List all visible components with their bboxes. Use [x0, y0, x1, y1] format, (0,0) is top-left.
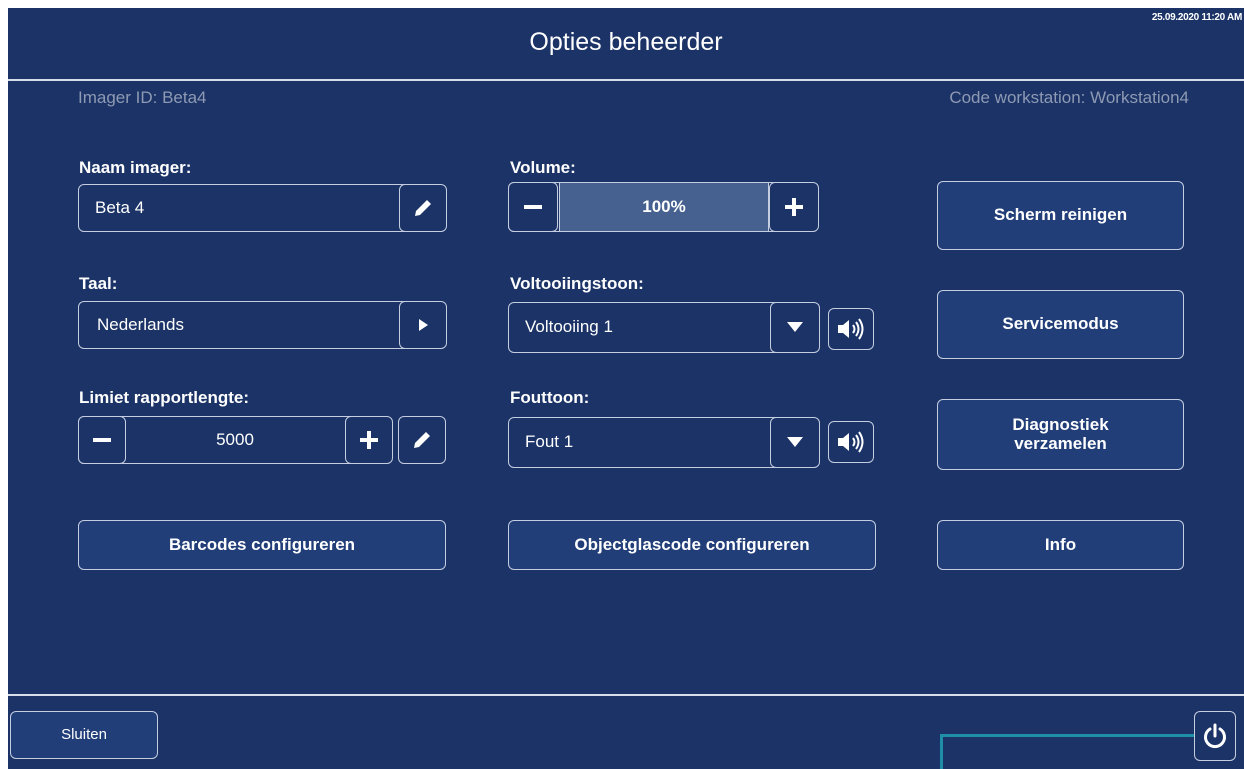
barcodes-configureren-button[interactable]: Barcodes configureren	[78, 520, 446, 570]
plus-icon	[784, 197, 803, 216]
volume-slider[interactable]: 100%	[507, 181, 819, 232]
voltooiingstoon-play-button[interactable]	[828, 308, 874, 350]
fouttoon-label: Fouttoon:	[510, 388, 590, 407]
voltooiingstoon-label: Voltooiingstoon:	[510, 274, 644, 293]
volume-value: 100%	[642, 196, 686, 216]
minus-icon	[92, 437, 111, 442]
diagnostiek-line2: verzamelen	[1014, 433, 1107, 453]
pencil-icon	[414, 199, 431, 216]
naam-imager-value: Beta 4	[95, 198, 145, 217]
chevron-down-icon	[786, 437, 803, 447]
options-screen: 25.09.2020 11:20 AM Opties beheerder Ima…	[8, 8, 1244, 769]
workstation-code: Code workstation: Workstation4	[949, 88, 1189, 107]
taal-field[interactable]: Nederlands	[78, 300, 447, 349]
voltooiingstoon-dropdown-button[interactable]	[769, 301, 820, 353]
speaker-icon	[838, 318, 864, 340]
limiet-plus-button[interactable]	[344, 415, 393, 464]
timestamp: 25.09.2020 11:20 AM	[1151, 12, 1242, 23]
minus-icon	[523, 204, 542, 209]
diagnostiek-verzamelen-button[interactable]: Diagnostiek verzamelen	[937, 399, 1184, 470]
plus-icon	[359, 430, 378, 449]
pencil-icon	[414, 432, 430, 448]
footer-divider	[8, 694, 1244, 696]
fouttoon-play-button[interactable]	[828, 421, 874, 463]
fouttoon-dropdown[interactable]: Fout 1	[508, 416, 820, 468]
power-button[interactable]	[1194, 711, 1236, 761]
header-divider	[8, 79, 1244, 81]
voltooiingstoon-selected: Voltooiing 1	[525, 317, 613, 336]
limiet-value: 5000	[216, 430, 254, 449]
info-button[interactable]: Info	[937, 520, 1184, 570]
servicemodus-button[interactable]: Servicemodus	[937, 290, 1184, 359]
chevron-down-icon	[786, 322, 803, 332]
objectglascode-configureren-button[interactable]: Objectglascode configureren	[508, 520, 876, 570]
naam-imager-label: Naam imager:	[79, 158, 192, 177]
imager-id: Imager ID: Beta4	[78, 88, 207, 107]
taal-label: Taal:	[79, 274, 118, 293]
scherm-reinigen-button[interactable]: Scherm reinigen	[937, 181, 1184, 250]
power-icon	[1204, 723, 1226, 749]
volume-label: Volume:	[510, 158, 576, 177]
diagnostiek-line1: Diagnostiek	[1012, 414, 1109, 434]
speaker-icon	[838, 431, 864, 453]
callout-line-vertical	[940, 734, 943, 769]
naam-imager-edit-button[interactable]	[398, 183, 447, 232]
limiet-stepper[interactable]: 5000	[77, 415, 393, 464]
fouttoon-dropdown-button[interactable]	[769, 416, 820, 468]
sluiten-button[interactable]: Sluiten	[10, 711, 158, 759]
limiet-edit-button[interactable]	[398, 416, 446, 464]
volume-minus-button[interactable]	[507, 181, 558, 232]
fouttoon-selected: Fout 1	[525, 432, 574, 451]
page-title: Opties beheerder	[529, 28, 723, 56]
play-arrow-icon	[418, 318, 428, 331]
voltooiingstoon-dropdown[interactable]: Voltooiing 1	[508, 301, 820, 353]
limiet-minus-button[interactable]	[77, 415, 126, 464]
naam-imager-field[interactable]: Beta 4	[78, 183, 447, 232]
limiet-label: Limiet rapportlengte:	[79, 388, 250, 407]
taal-arrow-button[interactable]	[398, 300, 447, 349]
volume-plus-button[interactable]	[768, 181, 819, 232]
taal-value: Nederlands	[97, 315, 184, 334]
callout-line-horizontal	[940, 734, 1194, 737]
